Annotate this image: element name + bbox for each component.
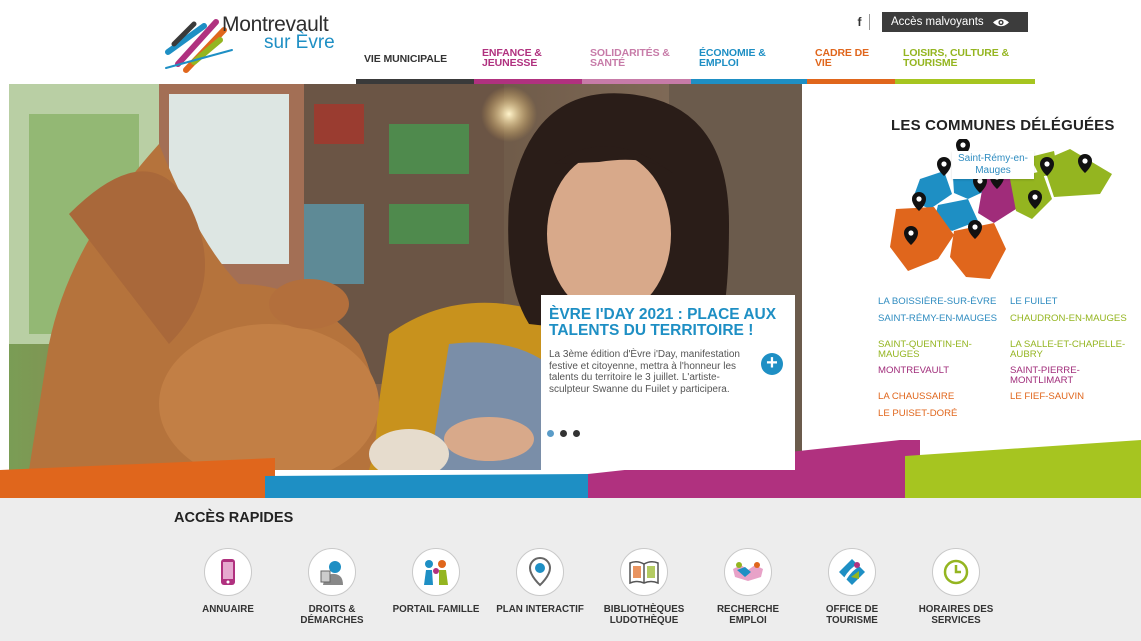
nav-item-label-line2: TOURISME bbox=[903, 57, 958, 69]
commune-link[interactable]: LA SALLE-ET-CHAPELLE-AUBRY bbox=[1010, 340, 1138, 366]
quick-access-label-line1: PORTAIL FAMILLE bbox=[392, 604, 480, 615]
communes-title: LES COMMUNES DÉLÉGUÉES bbox=[891, 117, 1115, 134]
quick-access-label-line1: RECHERCHE bbox=[716, 604, 780, 615]
commune-link[interactable]: LE FUILET bbox=[1010, 297, 1138, 314]
main-nav: VIE MUNICIPALE ENFANCE & JEUNESSE SOLIDARIT… bbox=[356, 44, 1035, 84]
quick-access-item-4[interactable]: PLAN INTERACTIF bbox=[488, 548, 592, 626]
commune-list: LA BOISSIÈRE-SUR-ÈVRE LE FUILET SAINT-RÉMY… bbox=[878, 297, 1138, 426]
accessibility-label: Accès malvoyants bbox=[891, 16, 984, 28]
nav-item-4[interactable]: ÉCONOMIE & EMPLOI bbox=[691, 44, 807, 84]
eye-icon bbox=[992, 18, 1009, 26]
commune-link[interactable]: SAINT-QUENTIN-EN-MAUGES bbox=[878, 340, 1010, 366]
commune-link[interactable]: SAINT-RÉMY-EN-MAUGES bbox=[878, 314, 1010, 340]
quick-access-label-line2: DÉMARCHES bbox=[300, 614, 364, 626]
nav-item-label-line2: VIE bbox=[815, 57, 832, 69]
family-icon[interactable] bbox=[412, 548, 460, 596]
commune-link[interactable]: LA CHAUSSAIRE bbox=[878, 392, 1010, 409]
quick-access-list: ANNUAIRE DROITS & DÉMARCHES PORTAIL FAMILLE… bbox=[176, 548, 1008, 626]
read-more-plus-button[interactable]: + bbox=[761, 353, 783, 375]
quick-access-label-line1: OFFICE DE bbox=[825, 604, 879, 615]
slide-card[interactable]: ÈVRE I'DAY 2021 : PLACE AUX TALENTS DU T… bbox=[541, 295, 795, 470]
quick-access-label: PORTAIL FAMILLE bbox=[384, 604, 488, 616]
quick-access-title: ACCÈS RAPIDES bbox=[174, 510, 294, 526]
slide-title[interactable]: ÈVRE I'DAY 2021 : PLACE AUX TALENTS DU T… bbox=[549, 307, 781, 339]
quick-access-label: HORAIRES DES SERVICES bbox=[904, 604, 1008, 626]
quick-access-label: PLAN INTERACTIF bbox=[488, 604, 592, 616]
slide-text: La 3ème édition d'Èvre i'Day, manifestat… bbox=[549, 349, 740, 395]
facebook-icon[interactable]: f bbox=[850, 14, 870, 30]
accessibility-button[interactable]: Accès malvoyants bbox=[882, 12, 1028, 32]
quick-access-label-line1: HORAIRES DES bbox=[918, 604, 994, 615]
quick-access-label-line2: EMPLOI bbox=[729, 614, 767, 626]
quick-access-item-8[interactable]: HORAIRES DES SERVICES bbox=[904, 548, 1008, 626]
quick-access-label-line2: SERVICES bbox=[931, 614, 981, 626]
top-links: f Accès malvoyants bbox=[850, 12, 1028, 32]
nav-item-label-line2: EMPLOI bbox=[699, 57, 739, 69]
quick-access-label: ANNUAIRE bbox=[176, 604, 280, 616]
quick-access-label: DROITS & DÉMARCHES bbox=[280, 604, 384, 626]
site-header: Montrevault sur Èvre f Accès malvoyants … bbox=[0, 0, 1141, 84]
nav-item-2[interactable]: ENFANCE & JEUNESSE bbox=[474, 44, 582, 84]
map-tooltip: Saint-Rémy-en-Mauges bbox=[952, 151, 1034, 179]
quick-access-label-line1: BIBLIOTHÈQUES bbox=[603, 604, 685, 615]
quick-access-label: RECHERCHE EMPLOI bbox=[696, 604, 800, 626]
slider-dot-1[interactable] bbox=[547, 430, 554, 437]
handshake-icon[interactable] bbox=[724, 548, 772, 596]
quick-access-label-line2: TOURISME bbox=[826, 614, 878, 626]
quick-access-section: ACCÈS RAPIDES ANNUAIRE DROITS & DÉMARCHES P… bbox=[0, 498, 1141, 641]
commune-link[interactable]: LE FIEF-SAUVIN bbox=[1010, 392, 1138, 409]
nav-item-label-line2: JEUNESSE bbox=[482, 57, 538, 69]
quick-access-item-1[interactable]: ANNUAIRE bbox=[176, 548, 280, 626]
nav-item-label: VIE MUNICIPALE bbox=[364, 53, 447, 65]
quick-access-item-3[interactable]: PORTAIL FAMILLE bbox=[384, 548, 488, 626]
quick-access-item-5[interactable]: BIBLIOTHÈQUES LUDOTHÈQUE bbox=[592, 548, 696, 626]
site-logo[interactable]: Montrevault sur Èvre bbox=[164, 12, 344, 74]
quick-access-item-6[interactable]: RECHERCHE EMPLOI bbox=[696, 548, 800, 626]
quick-access-label-line1: PLAN INTERACTIF bbox=[496, 604, 584, 615]
book-icon[interactable] bbox=[620, 548, 668, 596]
slider-dot-3[interactable] bbox=[573, 430, 580, 437]
commune-link[interactable]: MONTREVAULT bbox=[878, 366, 1010, 392]
commune-link[interactable]: LE PUISET-DORÉ bbox=[878, 409, 1010, 426]
map-pin-icon[interactable] bbox=[516, 548, 564, 596]
nav-item-6[interactable]: LOISIRS, CULTURE & TOURISME bbox=[895, 44, 1035, 84]
quick-access-label-line1: ANNUAIRE bbox=[202, 604, 254, 615]
person-document-icon[interactable] bbox=[308, 548, 356, 596]
phone-icon[interactable] bbox=[204, 548, 252, 596]
nav-item-1[interactable]: VIE MUNICIPALE bbox=[356, 44, 474, 84]
tourism-icon[interactable] bbox=[828, 548, 876, 596]
quick-access-label-line1: DROITS & bbox=[308, 604, 356, 615]
nav-item-label-line2: SANTÉ bbox=[590, 57, 626, 69]
slider-dot-2[interactable] bbox=[560, 430, 567, 437]
nav-item-5[interactable]: CADRE DE VIE bbox=[807, 44, 895, 84]
clock-icon[interactable] bbox=[932, 548, 980, 596]
slider-dots bbox=[547, 430, 580, 437]
commune-link[interactable]: CHAUDRON-EN-MAUGES bbox=[1010, 314, 1138, 340]
communes-map[interactable]: Saint-Rémy-en-Mauges bbox=[882, 138, 1122, 294]
communes-panel: LES COMMUNES DÉLÉGUÉES Saint-Rémy-en-Mau… bbox=[802, 84, 1141, 444]
nav-item-3[interactable]: SOLIDARITÉS & SANTÉ bbox=[582, 44, 691, 84]
quick-access-label-line2: LUDOTHÈQUE bbox=[609, 614, 679, 626]
quick-access-item-7[interactable]: OFFICE DE TOURISME bbox=[800, 548, 904, 626]
commune-link[interactable]: LA BOISSIÈRE-SUR-ÈVRE bbox=[878, 297, 1010, 314]
quick-access-item-2[interactable]: DROITS & DÉMARCHES bbox=[280, 548, 384, 626]
commune-link[interactable]: SAINT-PIERRE-MONTLIMART bbox=[1010, 366, 1138, 392]
logo-subtitle: sur Èvre bbox=[264, 32, 335, 53]
quick-access-label: BIBLIOTHÈQUES LUDOTHÈQUE bbox=[592, 604, 696, 626]
quick-access-label: OFFICE DE TOURISME bbox=[800, 604, 904, 626]
